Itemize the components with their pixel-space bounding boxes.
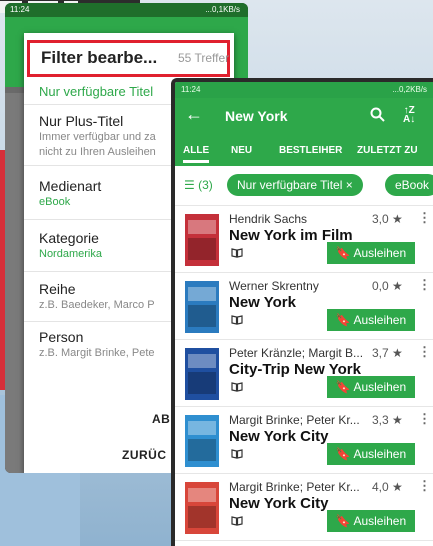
dialog-title: Filter bearbe... [41,48,158,67]
ebook-icon [231,248,243,258]
filter-chips: ☰ (3) Nur verfügbare Titel × eBook [175,166,433,206]
more-options-icon[interactable]: ⋮ [418,277,431,293]
status-bar: 11:24 ...0,1KB/s [5,3,248,17]
status-network: ...0,1KB/s [205,5,240,14]
borrow-label: Ausleihen [353,313,407,327]
bookmark-icon: 🔖 [335,380,351,394]
book-author: Margit Brinke; Peter Kr... [229,413,360,427]
borrow-label: Ausleihen [353,447,407,461]
list-item[interactable]: Margit Brinke; Peter Kr... 3,3 ★ ⋮ New York… [175,407,433,474]
book-title: New York City [229,428,329,445]
back-arrow-icon[interactable]: ← [185,104,203,125]
book-author: Peter Kränzle; Margit B... [229,346,364,360]
cover-photo [188,372,216,394]
bookmark-icon: 🔖 [335,447,351,461]
dialog-header-highlight: Filter bearbe... 55 Treffer [27,40,230,77]
borrow-label: Ausleihen [353,380,407,394]
phone-results-screen: 11:24 ...0,2KB/s ← New York ↑Z A↓ ALLE NE… [171,78,433,546]
list-item[interactable]: Hendrik Sachs 3,0 ★ ⋮ New York im Film 🔖 Aus… [175,206,433,273]
ebook-icon [231,449,243,459]
chip-ebook[interactable]: eBook [385,174,433,196]
book-title: New York [229,294,296,311]
book-author: Werner Skrentny [229,279,319,293]
cover-band [188,488,216,502]
cover-band [188,354,216,368]
chip-available-only[interactable]: Nur verfügbare Titel × [227,174,363,196]
app-bar: ← New York ↑Z A↓ [175,98,433,136]
book-author: Hendrik Sachs [229,212,308,226]
filter-count[interactable]: ☰ (3) [184,178,213,192]
book-rating: 0,0 ★ [372,279,403,293]
bookmark-icon: 🔖 [335,246,351,260]
list-item[interactable]: Werner Skrentny 0,0 ★ ⋮ New York 🔖 Ausleihen [175,273,433,340]
book-rating: 3,7 ★ [372,346,403,360]
book-title: New York City [229,495,329,512]
book-cover[interactable] [185,214,219,266]
book-cover[interactable] [185,415,219,467]
sort-icon[interactable]: ↑Z A↓ [403,106,415,125]
book-rating: 3,0 ★ [372,212,403,226]
borrow-button[interactable]: 🔖 Ausleihen [327,309,415,331]
search-icon[interactable] [369,106,387,124]
reset-button[interactable]: ZURÜC [122,448,167,462]
borrow-button[interactable]: 🔖 Ausleihen [327,242,415,264]
tab-new[interactable]: NEU [231,145,252,156]
cover-band [188,287,216,301]
ebook-icon [231,315,243,325]
tab-bestsellers[interactable]: BESTLEIHER [279,145,342,156]
filter-available-only[interactable]: Nur verfügbare Titel [39,84,153,99]
cover-band [188,220,216,234]
ebook-icon [231,516,243,526]
book-rating: 3,3 ★ [372,413,403,427]
bookmark-icon: 🔖 [335,514,351,528]
status-network: ...0,2KB/s [392,85,427,94]
borrow-button[interactable]: 🔖 Ausleihen [327,376,415,398]
more-options-icon[interactable]: ⋮ [418,210,431,226]
more-options-icon[interactable]: ⋮ [418,344,431,360]
status-time: 11:24 [10,5,30,14]
ebook-icon [231,382,243,392]
borrow-label: Ausleihen [353,514,407,528]
bookmark-icon: 🔖 [335,313,351,327]
status-bar: 11:24 ...0,2KB/s [175,82,433,98]
list-item[interactable]: Peter Kränzle; Margit B... 3,7 ★ ⋮ City-Tri… [175,340,433,407]
book-author: Margit Brinke; Peter Kr... [229,480,360,494]
more-options-icon[interactable]: ⋮ [418,478,431,494]
status-time: 11:24 [181,85,201,94]
book-rating: 4,0 ★ [372,480,403,494]
cover-photo [188,305,216,327]
list-item[interactable]: Margit Brinke; Peter Kr... 4,0 ★ ⋮ New York… [175,474,433,541]
book-cover[interactable] [185,281,219,333]
tab-recently-added[interactable]: ZULETZT ZU [357,145,418,156]
cover-photo [188,506,216,528]
book-cover[interactable] [185,348,219,400]
cover-photo [188,238,216,260]
tab-bar: ALLE NEU BESTLEIHER ZULETZT ZU [175,136,433,166]
result-count: 55 Treffer [178,51,230,65]
page-title: New York [225,108,288,124]
borrow-label: Ausleihen [353,246,407,260]
tab-all[interactable]: ALLE [183,145,210,163]
cover-photo [188,439,216,461]
more-options-icon[interactable]: ⋮ [418,411,431,427]
borrow-button[interactable]: 🔖 Ausleihen [327,443,415,465]
book-cover[interactable] [185,482,219,534]
borrow-button[interactable]: 🔖 Ausleihen [327,510,415,532]
filter-count-value: (3) [198,178,213,192]
cover-band [188,421,216,435]
